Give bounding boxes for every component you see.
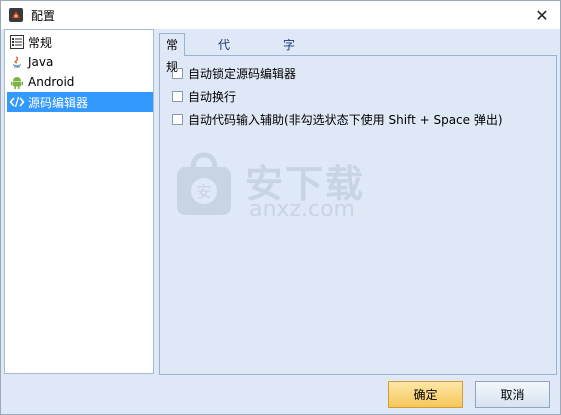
tree-item-java[interactable]: Java (7, 52, 153, 72)
tree-item-source-editor[interactable]: 源码编辑器 (7, 92, 153, 112)
settings-tree: 常规 Java Android 源码编辑器 (4, 29, 154, 374)
shopping-bag-icon: 安 (177, 152, 231, 215)
svg-text:安: 安 (196, 183, 211, 201)
watermark: 安 安下载 anxz.com (173, 151, 403, 231)
tree-item-general[interactable]: 常规 (7, 32, 153, 52)
tab-panel-general: 自动锁定源码编辑器 自动换行 自动代码输入辅助(非勾选状态下使用 Shift +… (159, 55, 557, 375)
tree-item-label: Android (28, 75, 75, 89)
close-icon: ✕ (535, 5, 549, 25)
java-icon (9, 54, 25, 70)
watermark-domain: anxz.com (249, 197, 355, 222)
checkbox[interactable] (172, 91, 183, 102)
tab-general[interactable]: 常规 (159, 33, 186, 74)
app-icon (8, 7, 24, 23)
option-label: 自动换行 (188, 90, 237, 104)
option-word-wrap[interactable]: 自动换行 (172, 88, 236, 105)
config-dialog: 配置 ✕ 常规 Java Android 源码编辑器 常规 代 字 自动锁定源码… (0, 0, 561, 415)
code-brackets-icon (9, 94, 25, 110)
window-title: 配置 (31, 9, 56, 23)
ok-button[interactable]: 确定 (388, 381, 463, 408)
cancel-button[interactable]: 取消 (475, 381, 550, 408)
option-label: 自动代码输入辅助(非勾选状态下使用 Shift + Space 弹出) (188, 113, 503, 127)
option-code-assist[interactable]: 自动代码输入辅助(非勾选状态下使用 Shift + Space 弹出) (172, 111, 503, 128)
dialog-content: 常规 Java Android 源码编辑器 常规 代 字 自动锁定源码编辑器 自… (1, 29, 560, 414)
close-button[interactable]: ✕ (524, 1, 560, 29)
tree-item-label: 常规 (28, 35, 53, 50)
option-label: 自动锁定源码编辑器 (188, 67, 297, 81)
option-auto-lock-editor[interactable]: 自动锁定源码编辑器 (172, 65, 296, 82)
general-settings-icon (9, 34, 25, 50)
tab-code-coloring[interactable]: 代码着色 (212, 35, 236, 112)
settings-panel-area: 常规 代码着色 字体 自动锁定源码编辑器 自动换行 自动代码输入辅助(非勾选状态… (159, 33, 557, 375)
tree-item-label: 源码编辑器 (28, 95, 89, 110)
checkbox[interactable] (172, 114, 183, 125)
android-icon (9, 74, 25, 90)
tab-font[interactable]: 字体 (277, 35, 301, 72)
tree-item-android[interactable]: Android (7, 72, 153, 92)
title-bar: 配置 ✕ (1, 1, 560, 29)
tree-item-label: Java (28, 55, 54, 69)
